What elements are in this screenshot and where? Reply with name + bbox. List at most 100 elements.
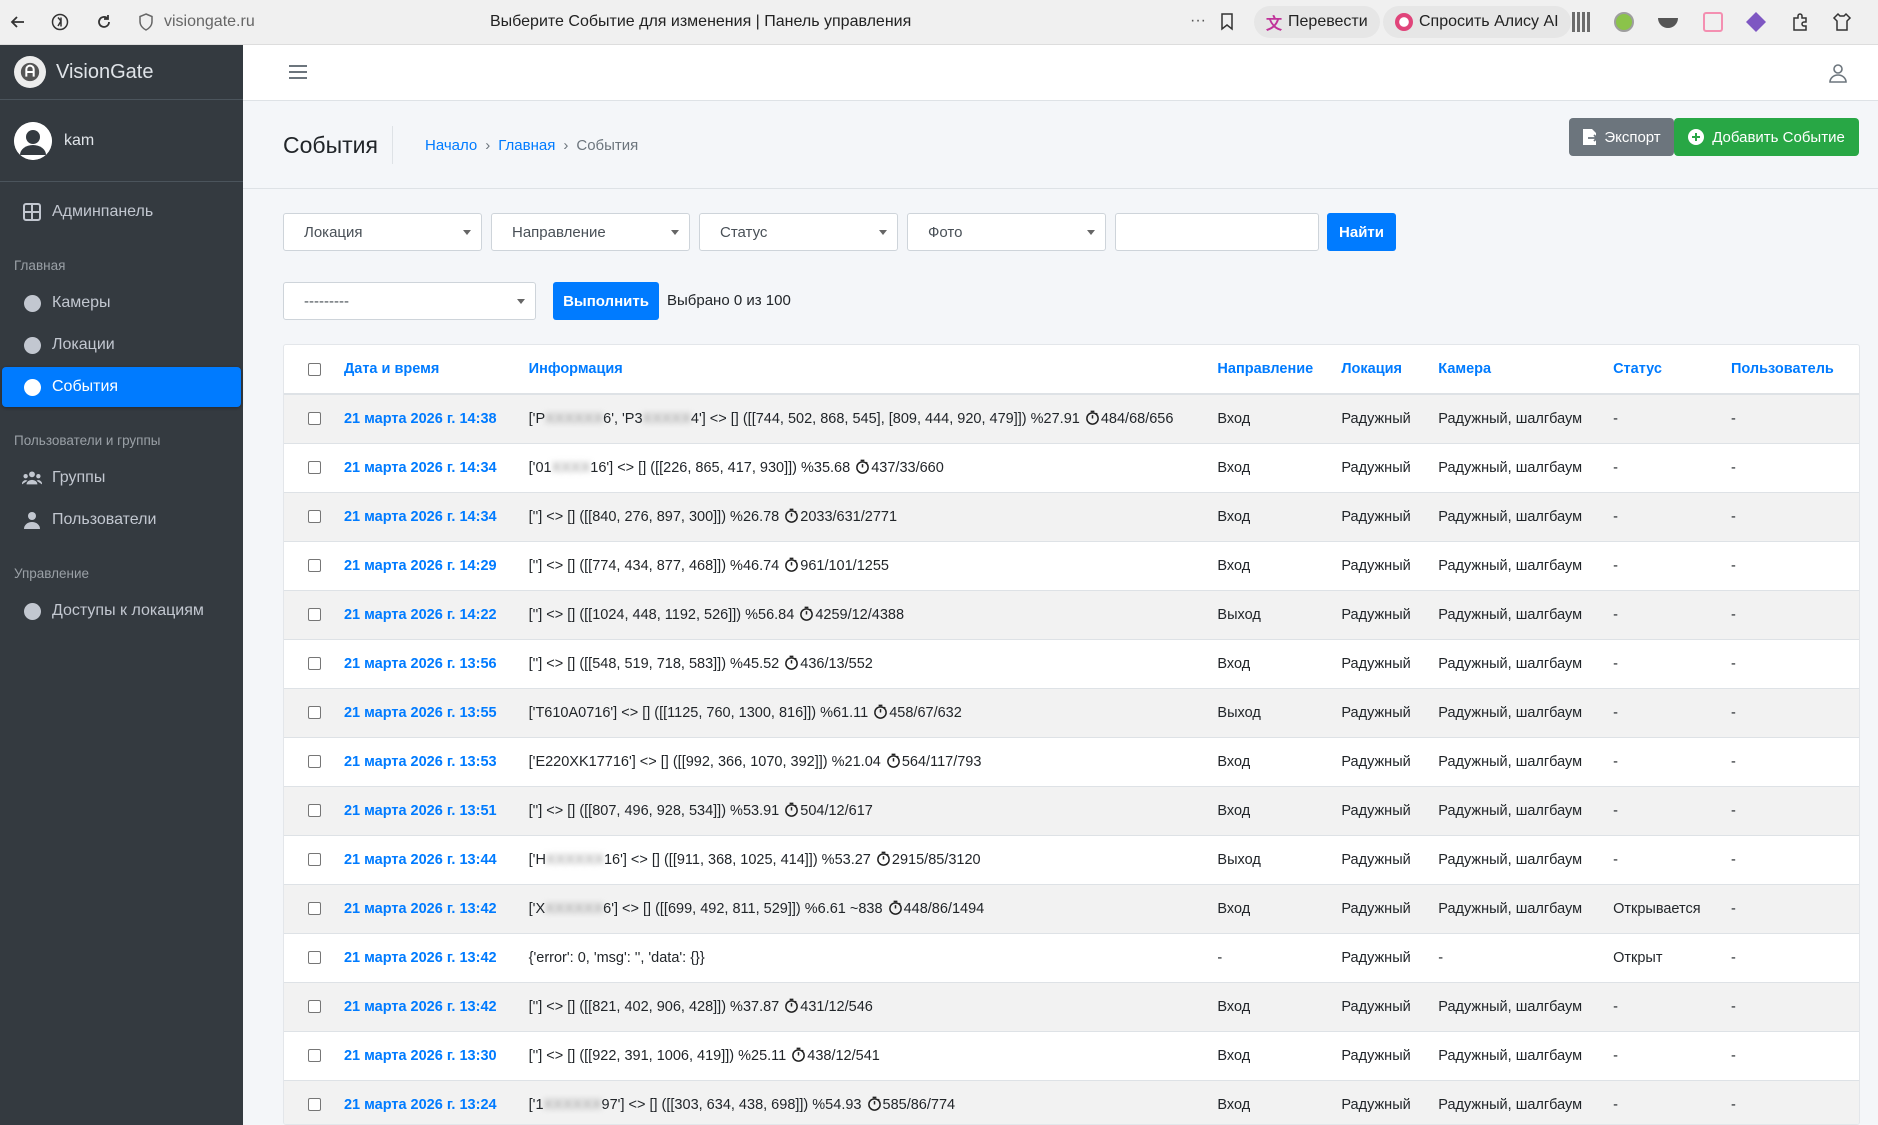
breadcrumb-current: События [576, 137, 639, 154]
stopwatch-icon [1085, 410, 1100, 426]
puzzle-icon[interactable] [1790, 12, 1810, 32]
column-header-location[interactable]: Локация [1341, 345, 1439, 395]
extension-cast-icon[interactable] [1703, 12, 1723, 32]
event-datetime-link[interactable]: 21 марта 2026 г. 13:42 [344, 901, 497, 917]
find-button[interactable]: Найти [1327, 213, 1396, 251]
alice-button[interactable]: Спросить Алису AI [1383, 6, 1571, 38]
event-datetime-link[interactable]: 21 марта 2026 г. 13:24 [344, 1097, 497, 1113]
search-input[interactable] [1115, 213, 1319, 251]
event-datetime-link[interactable]: 21 марта 2026 г. 13:42 [344, 950, 497, 966]
event-status: - [1613, 785, 1731, 835]
bulk-action-select[interactable]: --------- [283, 282, 536, 320]
column-header-user[interactable]: Пользователь [1731, 345, 1859, 395]
event-location: Радужный [1341, 491, 1439, 541]
user-menu-icon[interactable] [1828, 63, 1848, 83]
reload-icon[interactable] [86, 4, 122, 40]
status-filter[interactable]: Статус [699, 213, 898, 251]
event-user: - [1731, 1030, 1859, 1080]
run-action-button[interactable]: Выполнить [553, 282, 659, 320]
row-checkbox[interactable] [308, 951, 321, 965]
event-info: [''] <> [] ([[840, 276, 897, 300]]) %26.… [528, 491, 1218, 541]
event-location: Радужный [1341, 687, 1439, 737]
column-header-datetime[interactable]: Дата и время [343, 345, 529, 395]
hamburger-menu-icon[interactable] [289, 65, 307, 79]
row-checkbox[interactable] [308, 412, 321, 426]
event-direction: Вход [1217, 638, 1342, 688]
event-datetime-link[interactable]: 21 марта 2026 г. 14:29 [344, 558, 497, 574]
event-direction: Выход [1217, 834, 1342, 884]
select-all-checkbox[interactable] [308, 362, 321, 376]
event-datetime-link[interactable]: 21 марта 2026 г. 14:34 [344, 509, 497, 525]
column-header-camera[interactable]: Камера [1438, 345, 1614, 395]
back-icon[interactable] [0, 4, 36, 40]
table-row: 21 марта 2026 г. 14:38 ['РXXXXXX6', 'Р3XX… [284, 393, 1859, 443]
event-info: [''] <> [] ([[548, 519, 718, 583]]) %45.… [528, 638, 1218, 688]
event-datetime-link[interactable]: 21 марта 2026 г. 13:55 [344, 705, 497, 721]
sidebar-item-locations[interactable]: Локации [2, 325, 241, 365]
location-filter[interactable]: Локация [283, 213, 482, 251]
row-checkbox[interactable] [308, 755, 321, 769]
breadcrumb-main[interactable]: Главная [498, 137, 555, 154]
row-checkbox[interactable] [308, 902, 321, 916]
shirt-icon[interactable] [1832, 12, 1852, 32]
event-status: - [1613, 393, 1731, 443]
sidebar-item-cameras[interactable]: Камеры [2, 283, 241, 323]
photo-filter[interactable]: Фото [907, 213, 1106, 251]
event-datetime-link[interactable]: 21 марта 2026 г. 13:30 [344, 1048, 497, 1064]
table-row: 21 марта 2026 г. 13:56 [''] <> [] ([[548,… [284, 638, 1859, 688]
event-datetime-link[interactable]: 21 марта 2026 г. 14:38 [344, 411, 497, 427]
sidebar-item-location-access[interactable]: Доступы к локациям [2, 591, 241, 631]
event-info: [''] <> [] ([[821, 402, 906, 428]]) %37.… [528, 981, 1218, 1031]
event-datetime-link[interactable]: 21 марта 2026 г. 13:56 [344, 656, 497, 672]
event-datetime-link[interactable]: 21 марта 2026 г. 13:44 [344, 852, 497, 868]
event-datetime-link[interactable]: 21 марта 2026 г. 14:22 [344, 607, 497, 623]
brand[interactable]: VisionGate [0, 45, 243, 100]
row-checkbox[interactable] [308, 461, 321, 475]
more-icon[interactable]: ··· [1190, 12, 1206, 30]
sidebar-item-events[interactable]: События [2, 367, 241, 407]
extension-crystal-icon[interactable] [1746, 12, 1766, 32]
event-info: [''] <> [] ([[922, 391, 1006, 419]]) %25… [528, 1030, 1218, 1080]
event-direction: Вход [1217, 785, 1342, 835]
events-table-card: Дата и время Информация Направление Лока… [283, 344, 1860, 1125]
direction-filter[interactable]: Направление [491, 213, 690, 251]
column-header-direction[interactable]: Направление [1217, 345, 1342, 395]
row-checkbox[interactable] [308, 510, 321, 524]
column-header-info[interactable]: Информация [528, 345, 1218, 395]
redacted-text: XXXXXX [543, 1097, 602, 1114]
breadcrumb-home[interactable]: Начало [425, 137, 477, 154]
row-checkbox[interactable] [308, 706, 321, 720]
row-checkbox[interactable] [308, 804, 321, 818]
row-checkbox[interactable] [308, 853, 321, 867]
sidebar-item-users[interactable]: Пользователи [2, 500, 241, 540]
sidebar-item-adminpanel[interactable]: Админпанель [2, 192, 241, 232]
row-checkbox[interactable] [308, 608, 321, 622]
add-event-button[interactable]: Добавить Событие [1674, 118, 1859, 156]
row-checkbox[interactable] [308, 1000, 321, 1014]
yandex-logo-icon[interactable] [42, 4, 78, 40]
event-datetime-link[interactable]: 21 марта 2026 г. 13:53 [344, 754, 497, 770]
event-datetime-link[interactable]: 21 марта 2026 г. 14:34 [344, 460, 497, 476]
row-checkbox[interactable] [308, 657, 321, 671]
qr-code-icon[interactable] [1572, 12, 1592, 32]
user-panel[interactable]: kam [0, 100, 243, 182]
redacted-text: XXXXXX [545, 411, 604, 428]
sidebar-item-groups[interactable]: Группы [2, 458, 241, 498]
event-info: [''] <> [] ([[774, 434, 877, 468]]) %46.… [528, 540, 1218, 590]
event-camera: Радужный, шалгбаум [1438, 540, 1614, 590]
export-button[interactable]: Экспорт [1569, 118, 1674, 156]
bookmark-icon[interactable] [1220, 13, 1234, 31]
column-header-status[interactable]: Статус [1613, 345, 1731, 395]
event-datetime-link[interactable]: 21 марта 2026 г. 13:51 [344, 803, 497, 819]
translate-button[interactable]: 文 Перевести [1254, 6, 1380, 38]
users-icon [22, 468, 42, 488]
extension-green-icon[interactable] [1614, 12, 1634, 32]
circle-icon [23, 294, 41, 312]
row-checkbox[interactable] [308, 559, 321, 573]
extension-dish-icon[interactable] [1658, 18, 1678, 28]
row-checkbox[interactable] [308, 1049, 321, 1063]
stopwatch-icon [873, 704, 888, 719]
event-datetime-link[interactable]: 21 марта 2026 г. 13:42 [344, 999, 497, 1015]
row-checkbox[interactable] [308, 1098, 321, 1112]
event-user: - [1731, 638, 1859, 688]
